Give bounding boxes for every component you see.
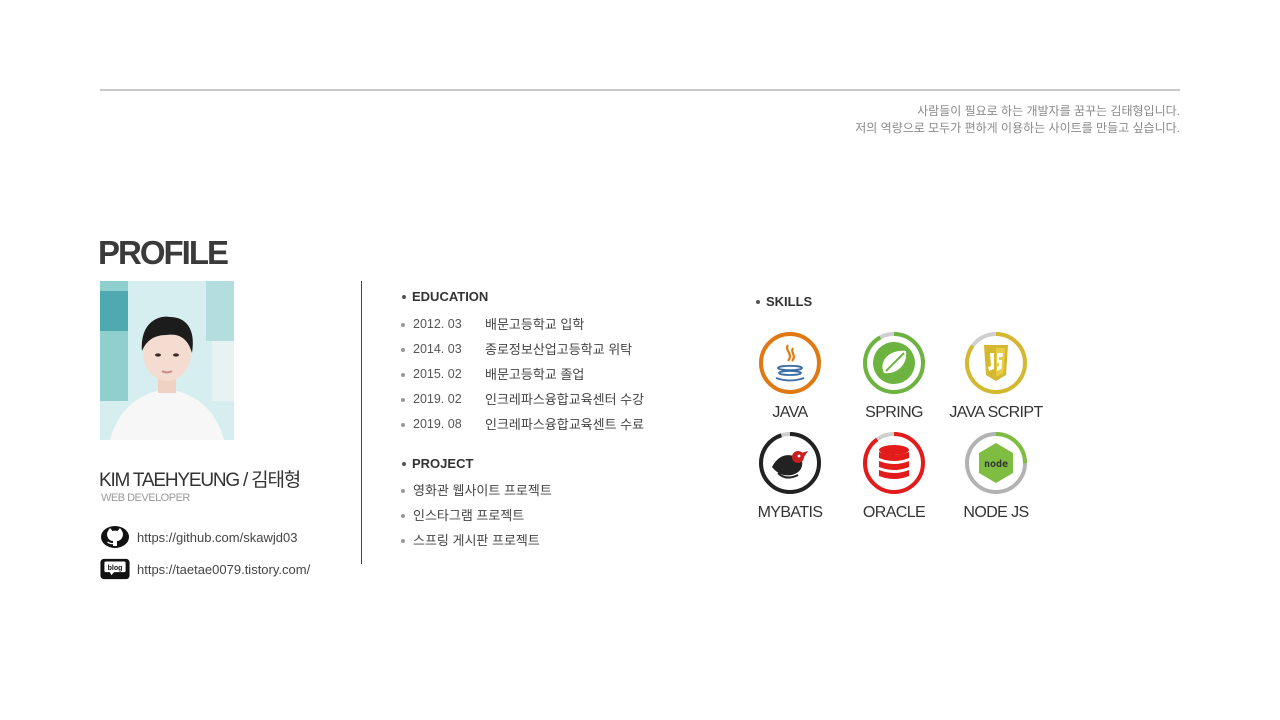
education-title: EDUCATION [402, 289, 488, 304]
skill-label: ORACLE [862, 504, 926, 521]
project-text: 인스타그램 프로젝트 [413, 508, 525, 523]
list-bullet [401, 372, 405, 377]
project-item: 영화관 웹사이트 프로젝트 [401, 478, 552, 503]
education-item: 2012. 03 배문고등학교 입학 [401, 312, 644, 337]
education-date: 2012. 03 [413, 317, 462, 331]
education-date: 2015. 02 [413, 367, 462, 381]
list-bullet [401, 422, 405, 427]
section-bullet [756, 299, 760, 304]
spring-icon [863, 332, 925, 394]
skill-oracle: ORACLE [839, 431, 949, 522]
skill-label: NODE JS [963, 504, 1029, 521]
skill-nodejs: node NODE JS [941, 431, 1051, 522]
education-text: 인크레파스융합교육센트 수료 [485, 417, 645, 432]
skill-mybatis: MYBATIS [735, 431, 845, 522]
skill-javascript: JAVA SCRIPT [941, 331, 1051, 422]
list-bullet [401, 513, 405, 518]
nodejs-icon: node [965, 432, 1027, 494]
blog-link[interactable]: https://taetae0079.tistory.com/ [137, 562, 310, 577]
skill-label: JAVA [772, 404, 808, 421]
project-title: PROJECT [402, 456, 473, 471]
skill-label: MYBATIS [757, 504, 823, 521]
project-list: 영화관 웹사이트 프로젝트 인스타그램 프로젝트 스프링 게시판 프로젝트 [401, 478, 552, 553]
blog-icon-label: blog [108, 565, 123, 572]
education-text: 배문고등학교 졸업 [485, 367, 585, 382]
list-bullet [401, 397, 405, 402]
skills-title: SKILLS [756, 294, 812, 309]
blog-icon: blog [100, 557, 130, 581]
github-icon [100, 525, 130, 549]
section-bullet [402, 461, 406, 466]
profile-name: KIM TAEHYEUNG / 김태형 [99, 470, 301, 491]
skill-label: SPRING [865, 404, 923, 421]
oracle-icon [863, 432, 925, 494]
education-item: 2019. 08 인크레파스융합교육센트 수료 [401, 412, 644, 437]
skill-java: JAVA [735, 331, 845, 422]
list-bullet [401, 488, 405, 493]
project-text: 영화관 웹사이트 프로젝트 [413, 483, 552, 498]
column-divider [361, 281, 362, 564]
education-text: 인크레파스융합교육센터 수강 [485, 392, 645, 407]
project-item: 스프링 게시판 프로젝트 [401, 528, 552, 553]
tagline-line-1: 사람들이 필요로 하는 개발자를 꿈꾸는 김태형입니다. [917, 104, 1180, 118]
education-date: 2019. 02 [413, 392, 462, 406]
project-title-text: PROJECT [412, 456, 474, 471]
education-title-text: EDUCATION [412, 289, 489, 304]
github-link[interactable]: https://github.com/skawjd03 [137, 530, 297, 545]
top-divider [100, 89, 1180, 91]
education-date: 2019. 08 [413, 417, 462, 431]
list-bullet [401, 322, 405, 327]
skill-label: JAVA SCRIPT [949, 404, 1043, 421]
tagline: 사람들이 필요로 하는 개발자를 꿈꾸는 김태형입니다. 저의 역량으로 모두가… [855, 103, 1180, 137]
svg-text:node: node [984, 459, 1008, 470]
education-text: 종로정보산업고등학교 위탁 [485, 342, 633, 357]
project-item: 인스타그램 프로젝트 [401, 503, 552, 528]
skills-title-text: SKILLS [766, 294, 813, 309]
project-text: 스프링 게시판 프로젝트 [413, 533, 540, 548]
java-icon [759, 332, 821, 394]
education-date: 2014. 03 [413, 342, 462, 356]
education-item: 2014. 03 종로정보산업고등학교 위탁 [401, 337, 644, 362]
tagline-line-2: 저의 역량으로 모두가 편하게 이용하는 사이트를 만들고 싶습니다. [855, 121, 1180, 135]
page-title: PROFILE [98, 234, 229, 271]
profile-photo [100, 281, 234, 440]
education-item: 2015. 02 배문고등학교 졸업 [401, 362, 644, 387]
education-text: 배문고등학교 입학 [485, 317, 585, 332]
blog-link-row[interactable]: blog https://taetae0079.tistory.com/ [100, 557, 310, 581]
education-list: 2012. 03 배문고등학교 입학 2014. 03 종로정보산업고등학교 위탁 … [401, 312, 644, 437]
list-bullet [401, 538, 405, 543]
profile-role: WEB DEVELOPER [101, 492, 190, 504]
skill-spring: SPRING [839, 331, 949, 422]
section-bullet [402, 294, 406, 299]
list-bullet [401, 347, 405, 352]
github-link-row[interactable]: https://github.com/skawjd03 [100, 525, 297, 549]
mybatis-icon [759, 432, 821, 494]
javascript-icon [965, 332, 1027, 394]
education-item: 2019. 02 인크레파스융합교육센터 수강 [401, 387, 644, 412]
